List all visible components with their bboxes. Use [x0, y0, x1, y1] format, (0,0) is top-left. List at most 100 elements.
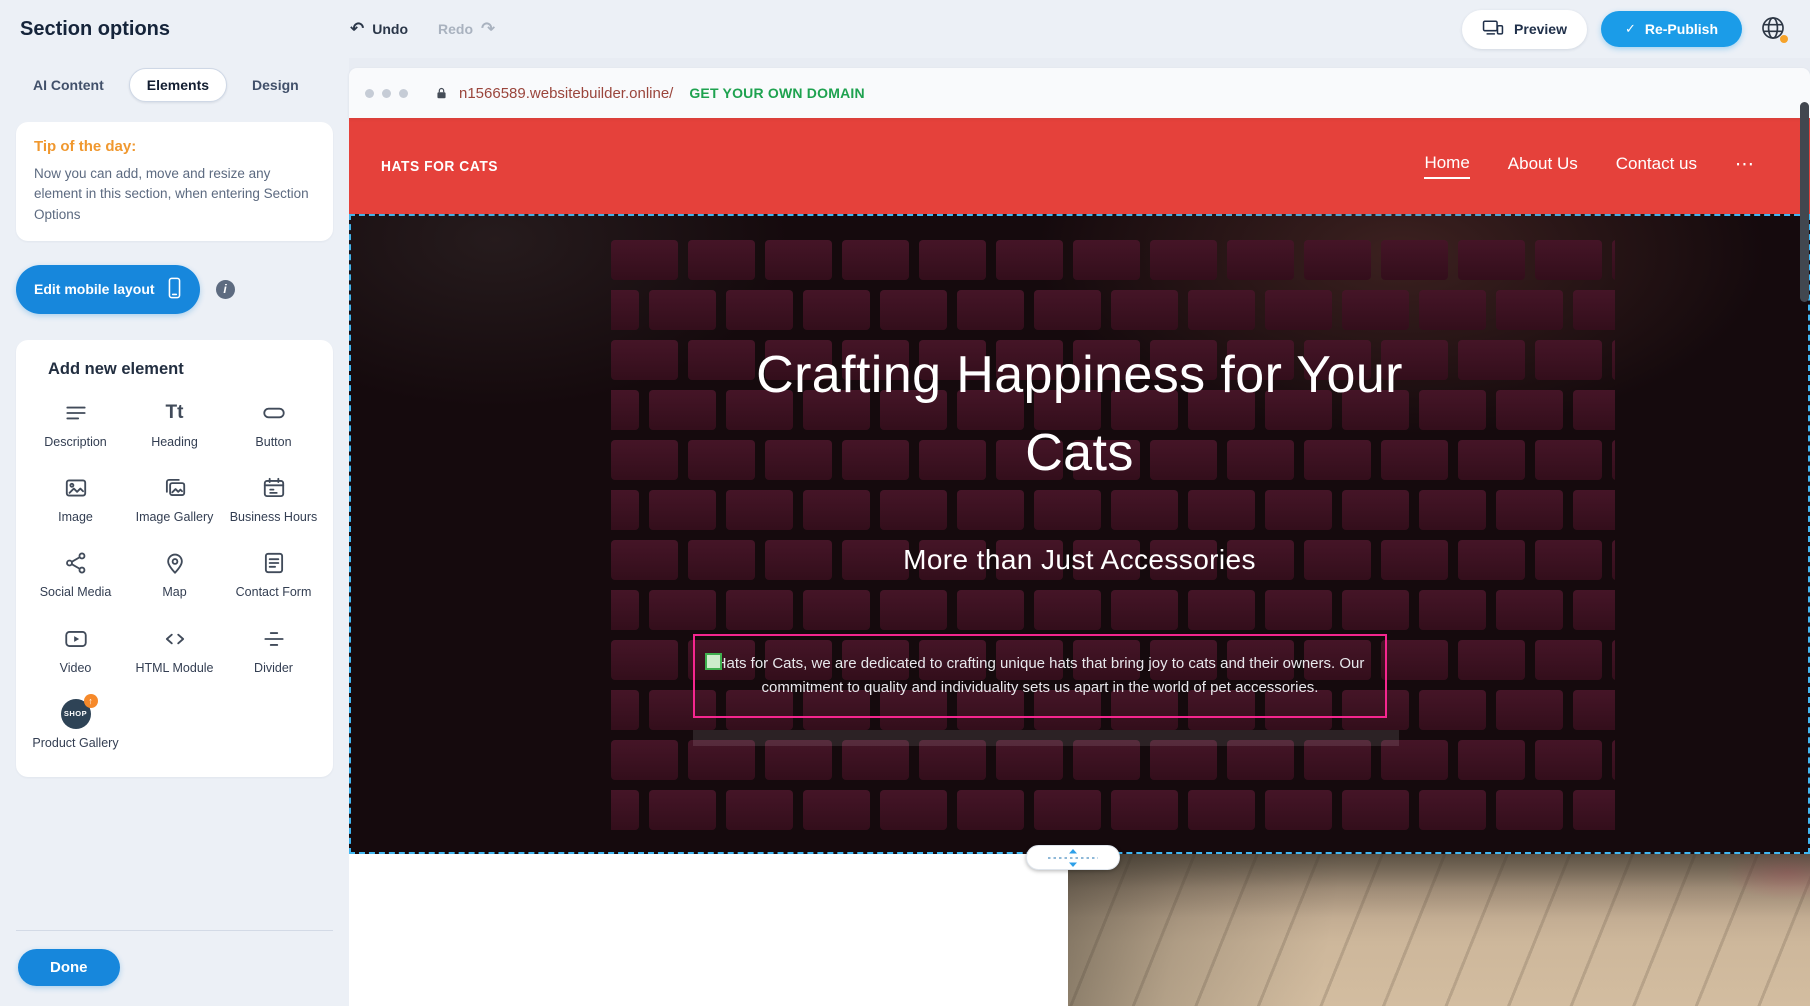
contact-form-icon [261, 549, 287, 577]
site-url[interactable]: n1566589.websitebuilder.online/ [459, 85, 673, 102]
description-icon [63, 399, 89, 427]
hero-section-selected[interactable]: Crafting Happiness for Your Cats More th… [349, 214, 1810, 854]
main-layout: AI Content Elements Design Tip of the da… [0, 58, 1810, 1006]
button-icon [261, 399, 287, 427]
element-description[interactable]: Description [30, 399, 122, 450]
sidebar: AI Content Elements Design Tip of the da… [0, 58, 349, 1006]
sidebar-footer: Done [16, 930, 333, 1006]
element-label: Contact Form [236, 584, 312, 600]
undo-button[interactable]: ↶ Undo [350, 19, 408, 39]
nav-more[interactable]: ⋯ [1735, 153, 1756, 180]
window-dot [382, 89, 391, 98]
undo-icon: ↶ [350, 19, 364, 39]
element-label: Business Hours [230, 509, 318, 525]
hero-paragraph: Hats for Cats, we are dedicated to craft… [709, 652, 1371, 700]
tab-design[interactable]: Design [235, 69, 316, 101]
tip-card: Tip of the day: Now you can add, move an… [16, 122, 333, 241]
element-label: Image [58, 509, 93, 525]
element-video[interactable]: Video [30, 625, 122, 676]
edit-mobile-label: Edit mobile layout [34, 281, 155, 297]
tab-elements[interactable]: Elements [129, 68, 227, 102]
undo-label: Undo [372, 21, 408, 37]
add-element-panel: Add new element Description Tt Heading [16, 340, 333, 777]
element-contact-form[interactable]: Contact Form [228, 549, 320, 600]
edit-mobile-layout-button[interactable]: Edit mobile layout [16, 265, 200, 314]
element-business-hours[interactable]: Business Hours [228, 474, 320, 525]
tab-ai-content[interactable]: AI Content [16, 69, 121, 101]
element-label: Social Media [40, 584, 112, 600]
editor-canvas: n1566589.websitebuilder.online/ GET YOUR… [349, 58, 1810, 1006]
language-globe-button[interactable] [1756, 12, 1790, 46]
element-label: Description [44, 434, 107, 450]
element-heading[interactable]: Tt Heading [129, 399, 221, 450]
redo-button[interactable]: Redo ↷ [438, 19, 495, 39]
upgrade-badge-icon: ↑ [84, 694, 98, 708]
get-domain-link[interactable]: GET YOUR OWN DOMAIN [689, 85, 864, 101]
social-media-icon [63, 549, 89, 577]
nav-about-us[interactable]: About Us [1508, 154, 1578, 178]
nav-home[interactable]: Home [1424, 153, 1469, 179]
redo-label: Redo [438, 21, 473, 37]
page-title: Section options [20, 18, 350, 41]
map-icon [162, 549, 188, 577]
scrollbar-thumb[interactable] [1800, 102, 1809, 302]
element-label: HTML Module [135, 660, 213, 676]
hover-highlight-strip [693, 730, 1399, 746]
product-gallery-icon: SHOP ↑ [61, 700, 91, 728]
element-label: Divider [254, 660, 293, 676]
topbar: Section options ↶ Undo Redo ↷ P [0, 0, 1810, 58]
element-label: Image Gallery [136, 509, 214, 525]
browser-chrome: n1566589.websitebuilder.online/ GET YOUR… [349, 68, 1810, 118]
element-grid: Description Tt Heading Button [28, 399, 321, 751]
hero-heading[interactable]: Crafting Happiness for Your Cats [349, 336, 1810, 492]
site-nav: Home About Us Contact us ⋯ [1424, 153, 1756, 180]
window-dot [365, 89, 374, 98]
preview-devices-icon [1482, 19, 1504, 40]
image-icon [63, 474, 89, 502]
website-builder-app: Section options ↶ Undo Redo ↷ P [0, 0, 1810, 1006]
pavement-photo [1068, 854, 1810, 1006]
element-map[interactable]: Map [129, 549, 221, 600]
element-button[interactable]: Button [228, 399, 320, 450]
element-image-gallery[interactable]: Image Gallery [129, 474, 221, 525]
section-resize-handle[interactable] [1026, 845, 1120, 870]
info-icon[interactable]: i [216, 280, 235, 299]
element-html-module[interactable]: HTML Module [129, 625, 221, 676]
image-gallery-icon [162, 474, 188, 502]
add-element-title: Add new element [48, 360, 321, 379]
preview-label: Preview [1514, 21, 1567, 37]
nav-contact-us[interactable]: Contact us [1616, 154, 1697, 178]
html-module-icon [162, 625, 188, 653]
resize-arrows-icon [1041, 847, 1105, 869]
preview-button[interactable]: Preview [1462, 10, 1587, 49]
republish-button[interactable]: ✓ Re-Publish [1601, 11, 1742, 47]
heading-icon: Tt [166, 399, 184, 427]
tip-title: Tip of the day: [34, 138, 315, 155]
element-image[interactable]: Image [30, 474, 122, 525]
site-logo[interactable]: HATS FOR CATS [381, 158, 498, 175]
element-social-media[interactable]: Social Media [30, 549, 122, 600]
check-icon: ✓ [1625, 21, 1636, 37]
mobile-layout-row: Edit mobile layout i [16, 265, 333, 314]
site-preview: HATS FOR CATS Home About Us Contact us ⋯… [349, 118, 1810, 1006]
republish-label: Re-Publish [1645, 21, 1718, 37]
element-label: Map [162, 584, 186, 600]
video-icon [63, 625, 89, 653]
done-button[interactable]: Done [18, 949, 120, 986]
element-label: Product Gallery [32, 735, 118, 751]
selected-text-element[interactable]: Hats for Cats, we are dedicated to craft… [693, 634, 1387, 718]
topbar-actions: Preview ✓ Re-Publish [1462, 10, 1790, 49]
phone-icon [167, 277, 182, 302]
hero-subheading[interactable]: More than Just Accessories [349, 544, 1810, 576]
next-section[interactable] [349, 854, 1810, 1006]
brick-pattern [611, 240, 1615, 840]
element-divider[interactable]: Divider [228, 625, 320, 676]
element-product-gallery[interactable]: SHOP ↑ Product Gallery [30, 700, 122, 751]
notification-dot [1780, 35, 1788, 43]
business-hours-icon [261, 474, 287, 502]
element-drag-handle[interactable] [705, 653, 722, 670]
site-header[interactable]: HATS FOR CATS Home About Us Contact us ⋯ [349, 118, 1810, 214]
sidebar-divider [16, 930, 333, 931]
redo-icon: ↷ [481, 19, 495, 39]
element-label: Video [60, 660, 92, 676]
